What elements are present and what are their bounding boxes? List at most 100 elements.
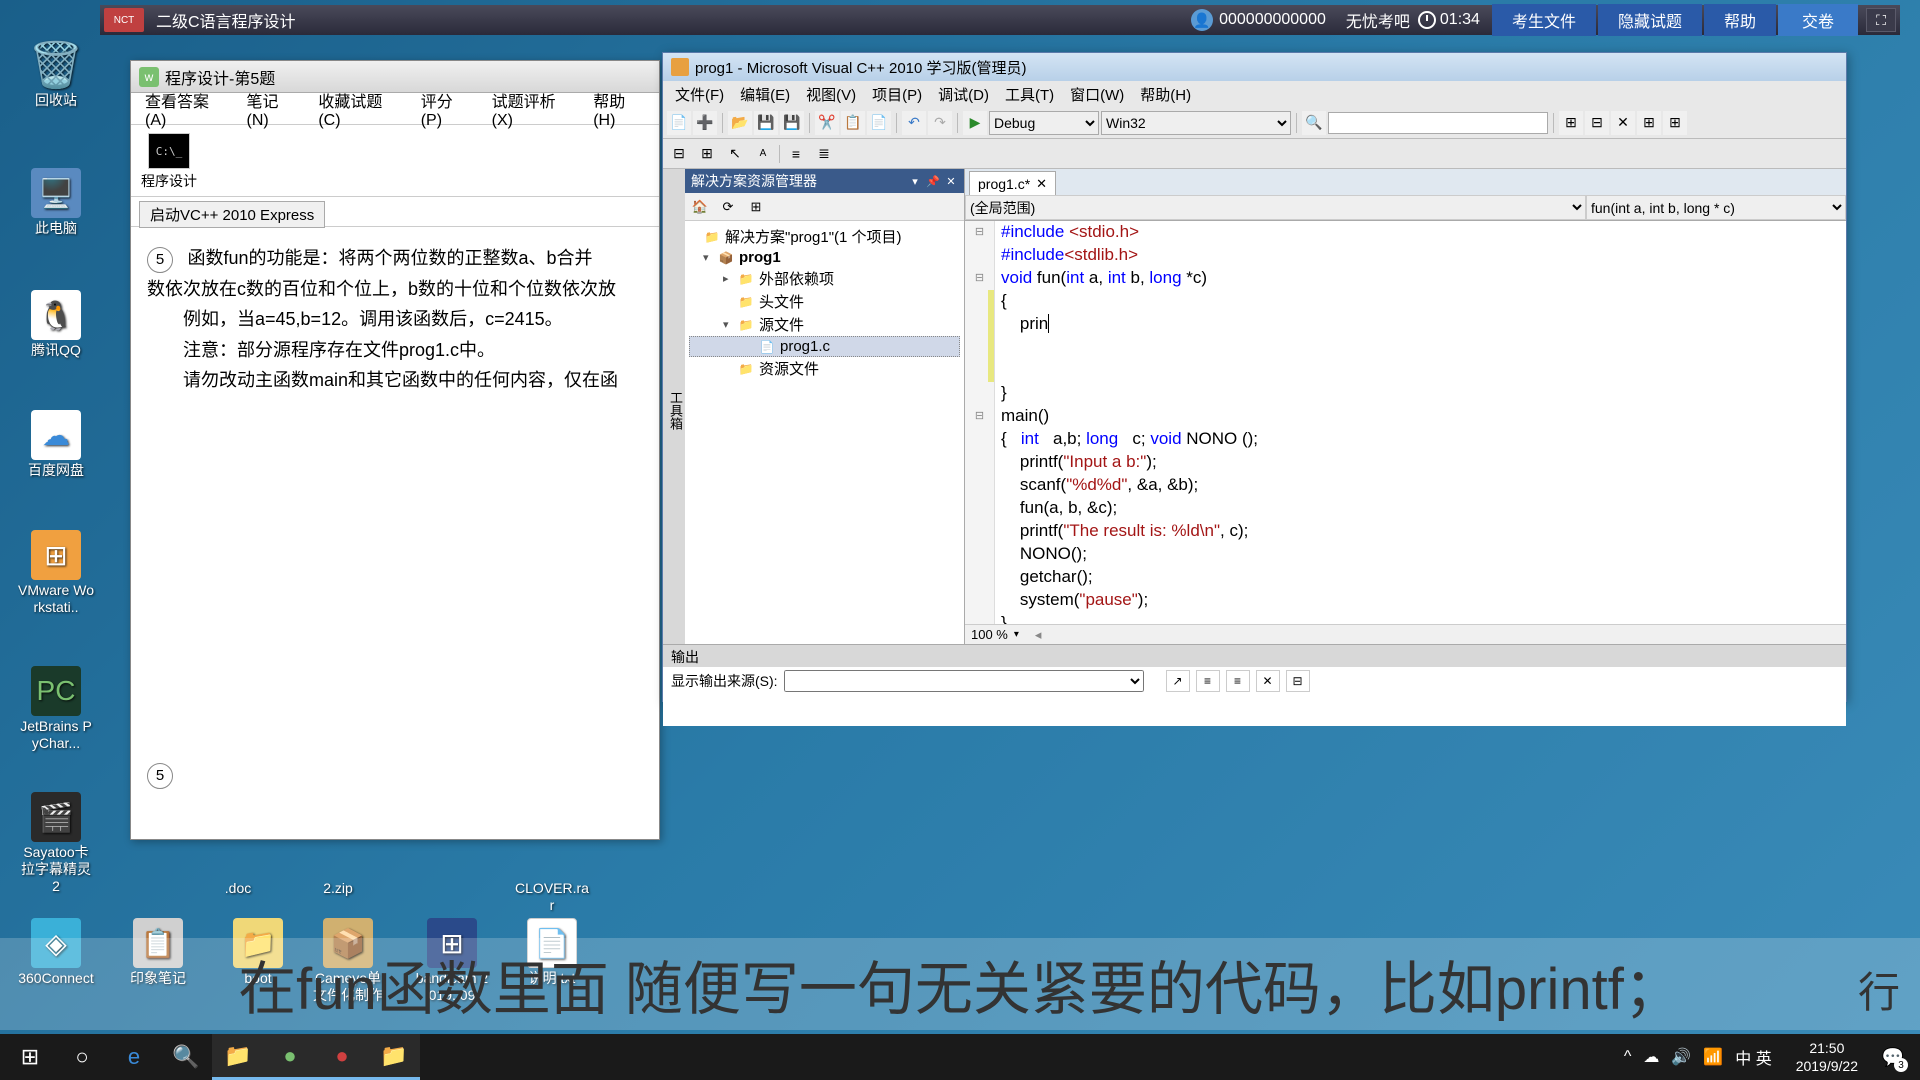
undo-icon[interactable]: ↶: [902, 111, 926, 135]
desktop-icon-qq[interactable]: 🐧腾讯QQ: [18, 290, 94, 359]
output-btn-2[interactable]: ≡: [1196, 670, 1220, 692]
edge-icon[interactable]: e: [108, 1034, 160, 1080]
tab-prog1-c[interactable]: prog1.c* ✕: [969, 171, 1056, 195]
desktop-icon-pycharm[interactable]: PCJetBrains PyChar...: [18, 666, 94, 752]
submit-exam-button[interactable]: 交卷: [1778, 4, 1858, 36]
tree-external-deps[interactable]: ▸📁外部依赖项: [689, 267, 960, 290]
menu-notes[interactable]: 笔记(N): [237, 84, 309, 134]
desktop-icon-vmware[interactable]: ⊞VMware Workstati..: [18, 530, 94, 616]
zoom-level[interactable]: 100 %: [971, 627, 1008, 642]
hide-question-button[interactable]: 隐藏试题: [1598, 4, 1702, 36]
save-icon[interactable]: 💾: [754, 111, 778, 135]
tree-solution[interactable]: 📁解决方案"prog1"(1 个项目): [689, 225, 960, 248]
code-lines[interactable]: #include <stdio.h> #include<stdlib.h> vo…: [995, 221, 1846, 624]
code-editor[interactable]: ⊟⊟ ⊟ ⊟ #include <stdio.h> #include<stdli…: [965, 221, 1846, 624]
home-icon[interactable]: 🏠: [689, 196, 711, 218]
menu-project[interactable]: 项目(P): [864, 82, 930, 107]
tab-close-icon[interactable]: ✕: [1036, 176, 1047, 192]
new-project-icon[interactable]: 📄: [667, 111, 691, 135]
menu-edit[interactable]: 编辑(E): [732, 82, 798, 107]
student-files-button[interactable]: 考生文件: [1492, 4, 1596, 36]
tb2-icon-2[interactable]: ⊞: [695, 142, 719, 166]
tool-icon-4[interactable]: ⊞: [1637, 111, 1661, 135]
tool-icon-3[interactable]: ✕: [1611, 111, 1635, 135]
task-app1-icon[interactable]: ●: [264, 1034, 316, 1080]
menu-file[interactable]: 文件(F): [667, 82, 732, 107]
refresh-icon[interactable]: ⟳: [717, 196, 739, 218]
start-debug-icon[interactable]: ▶: [963, 111, 987, 135]
explorer-icon[interactable]: 📁: [212, 1034, 264, 1080]
redo-icon[interactable]: ↷: [928, 111, 952, 135]
desktop-icon-recycle-bin[interactable]: 🗑️回收站: [18, 40, 94, 109]
menu-analysis[interactable]: 试题评析(X): [482, 84, 584, 134]
output-btn-4[interactable]: ✕: [1256, 670, 1280, 692]
tree-prog1-c[interactable]: 📄prog1.c: [689, 336, 960, 357]
exam-status: 无忧考吧: [1346, 8, 1410, 32]
cut-icon[interactable]: ✂️: [815, 111, 839, 135]
menu-debug[interactable]: 调试(D): [930, 82, 997, 107]
tray-wifi-icon[interactable]: 📶: [1703, 1047, 1723, 1067]
tray-onedrive-icon[interactable]: ☁: [1643, 1047, 1659, 1067]
paste-icon[interactable]: 📄: [867, 111, 891, 135]
menu-tools[interactable]: 工具(T): [997, 82, 1062, 107]
tool-icon-2[interactable]: ⊟: [1585, 111, 1609, 135]
menu-score[interactable]: 评分(P): [411, 84, 482, 134]
tree-project[interactable]: ▾📦prog1: [689, 248, 960, 267]
launch-vc-button[interactable]: 启动VC++ 2010 Express: [139, 201, 325, 228]
menu-favorite[interactable]: 收藏试题(C): [308, 84, 410, 134]
tree-source-files[interactable]: ▾📁源文件: [689, 313, 960, 336]
desktop-icon-clover[interactable]: CLOVER.rar: [514, 828, 590, 914]
config-dropdown[interactable]: Debug: [989, 111, 1099, 135]
tb2-icon-3[interactable]: ↖: [723, 142, 747, 166]
properties-icon[interactable]: ⊞: [745, 196, 767, 218]
notification-icon[interactable]: 💬3: [1870, 1034, 1916, 1080]
tool-icon-1[interactable]: ⊞: [1559, 111, 1583, 135]
tray-volume-icon[interactable]: 🔊: [1671, 1047, 1691, 1067]
tray-chevron-icon[interactable]: ^: [1624, 1048, 1632, 1066]
tb2-icon-1[interactable]: ⊟: [667, 142, 691, 166]
menu-help[interactable]: 帮助(H): [1132, 82, 1199, 107]
dropdown-icon[interactable]: ▾: [908, 174, 922, 188]
platform-dropdown[interactable]: Win32: [1101, 111, 1291, 135]
tool-program-design[interactable]: C:\_ 程序设计: [139, 133, 199, 191]
menu-view[interactable]: 视图(V): [798, 82, 864, 107]
pin-icon[interactable]: 📌: [926, 174, 940, 188]
help-button[interactable]: 帮助: [1704, 4, 1776, 36]
copy-icon[interactable]: 📋: [841, 111, 865, 135]
tb2-icon-5[interactable]: ≡: [784, 142, 808, 166]
tb2-icon-6[interactable]: ≣: [812, 142, 836, 166]
output-btn-1[interactable]: ↗: [1166, 670, 1190, 692]
cortana-icon[interactable]: ○: [56, 1034, 108, 1080]
output-btn-3[interactable]: ≡: [1226, 670, 1250, 692]
member-dropdown[interactable]: fun(int a, int b, long * c): [1586, 195, 1846, 220]
tree-resource-files[interactable]: 📁资源文件: [689, 357, 960, 380]
desktop-icon-baidu-pan[interactable]: ☁百度网盘: [18, 410, 94, 479]
desktop-icon-this-pc[interactable]: 🖥️此电脑: [18, 168, 94, 237]
toolbox-tab[interactable]: 工具箱: [663, 169, 685, 644]
menu-view-answer[interactable]: 查看答案(A): [135, 84, 237, 134]
search-icon[interactable]: 🔍: [160, 1034, 212, 1080]
tb2-icon-4[interactable]: A: [751, 142, 775, 166]
add-item-icon[interactable]: ➕: [693, 111, 717, 135]
tree-header-files[interactable]: 📁头文件: [689, 290, 960, 313]
task-app2-icon[interactable]: ●: [316, 1034, 368, 1080]
find-icon[interactable]: 🔍: [1302, 111, 1326, 135]
scope-dropdown[interactable]: (全局范围): [965, 195, 1586, 220]
save-all-icon[interactable]: 💾: [780, 111, 804, 135]
output-source-dropdown[interactable]: [784, 670, 1144, 692]
open-icon[interactable]: 📂: [728, 111, 752, 135]
find-input[interactable]: [1328, 112, 1548, 134]
task-app3-icon[interactable]: 📁: [368, 1034, 420, 1080]
start-button[interactable]: ⊞: [4, 1034, 56, 1080]
tool-icon-5[interactable]: ⊞: [1663, 111, 1687, 135]
output-btn-5[interactable]: ⊟: [1286, 670, 1310, 692]
zoom-dropdown-icon[interactable]: ▾: [1014, 629, 1019, 640]
vs-titlebar[interactable]: prog1 - Microsoft Visual C++ 2010 学习版(管理…: [663, 53, 1846, 81]
menu-help[interactable]: 帮助(H): [583, 84, 655, 134]
menu-window[interactable]: 窗口(W): [1062, 82, 1132, 107]
taskbar-clock[interactable]: 21:50 2019/9/22: [1784, 1039, 1870, 1075]
desktop-icon-sayatoo[interactable]: 🎬Sayatoo卡拉字幕精灵 2: [18, 792, 94, 894]
close-icon[interactable]: ✕: [944, 174, 958, 188]
tray-ime-icon[interactable]: 中 英: [1735, 1045, 1771, 1069]
expand-icon[interactable]: ⛶: [1866, 8, 1896, 32]
